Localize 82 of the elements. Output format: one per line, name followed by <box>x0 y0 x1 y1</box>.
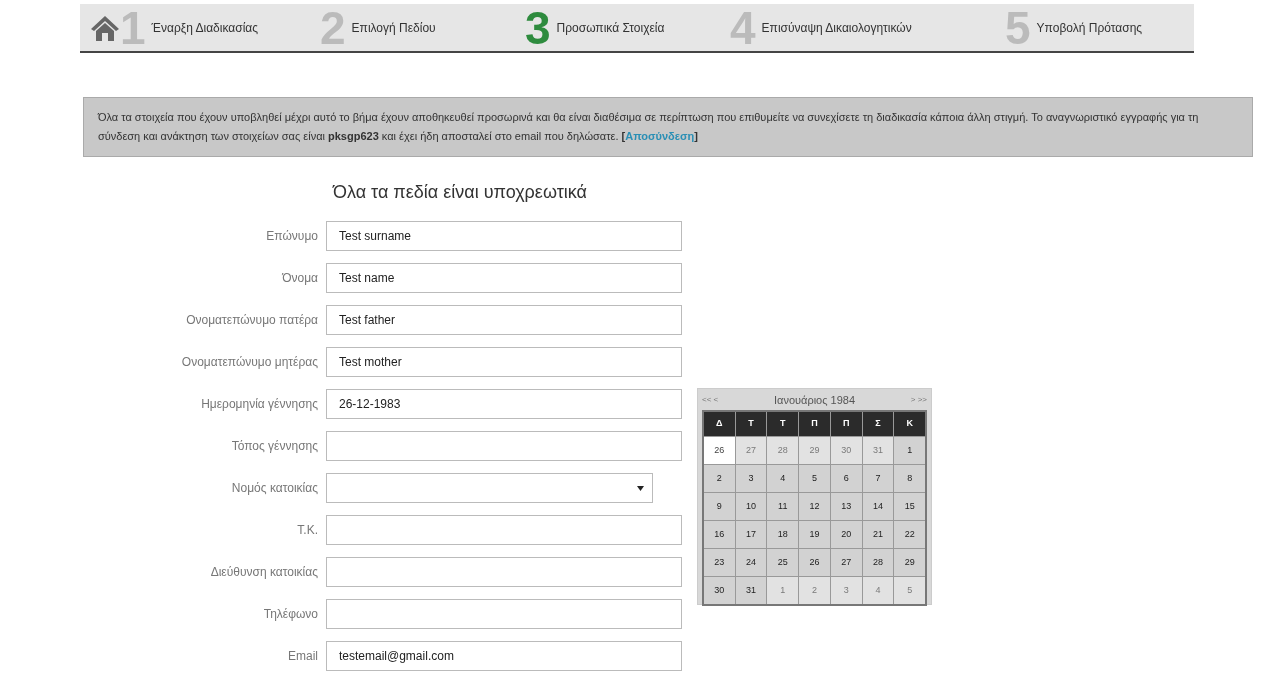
step-link[interactable]: Προσωπικά Στοιχεία <box>556 18 665 37</box>
day-cell[interactable]: 1 <box>767 577 799 604</box>
field-label: Διεύθυνση κατοικίας <box>209 564 319 581</box>
day-cell[interactable]: 2 <box>799 577 830 604</box>
weekday-header: Τ <box>735 412 767 436</box>
field-label: Ονοματεπώνυμο μητέρας <box>180 354 319 371</box>
day-cell[interactable]: 28 <box>862 549 894 576</box>
day-cell[interactable]: 30 <box>830 437 862 464</box>
day-cell[interactable]: 14 <box>862 493 894 520</box>
weekday-header: Δ <box>704 412 735 436</box>
day-cell[interactable]: 5 <box>799 465 830 492</box>
input-field[interactable]: Test name <box>326 263 682 293</box>
day-cell[interactable]: 27 <box>735 437 767 464</box>
input-field[interactable] <box>326 557 682 587</box>
day-cell[interactable]: 3 <box>735 465 767 492</box>
field-label: Επώνυμο <box>265 228 319 245</box>
input-field[interactable]: 26-12-1983 <box>326 389 682 419</box>
day-cell[interactable]: 19 <box>799 521 830 548</box>
input-field[interactable] <box>326 431 682 461</box>
step-link[interactable]: Υποβολή Πρότασης <box>1036 18 1143 37</box>
day-cell[interactable]: 27 <box>830 549 862 576</box>
day-cell[interactable]: 10 <box>735 493 767 520</box>
day-cell[interactable]: 29 <box>799 437 830 464</box>
day-cell[interactable]: 24 <box>735 549 767 576</box>
field-label: Ημερομηνία γέννησης <box>200 396 319 413</box>
day-cell[interactable]: 2 <box>704 465 735 492</box>
input-field[interactable] <box>326 515 682 545</box>
field-label: Τ.Κ. <box>296 522 319 539</box>
day-cell[interactable]: 20 <box>830 521 862 548</box>
step-number: 3 <box>525 4 551 51</box>
day-cell[interactable]: 26 <box>799 549 830 576</box>
day-cell[interactable]: 16 <box>704 521 735 548</box>
step-link[interactable]: Επισύναψη Δικαιολογητικών <box>761 18 912 37</box>
day-cell[interactable]: 28 <box>767 437 799 464</box>
day-cell[interactable]: 13 <box>830 493 862 520</box>
field-label: Όνομα <box>281 270 319 287</box>
day-cell[interactable]: 31 <box>735 577 767 604</box>
field-label: Email <box>287 648 319 665</box>
day-cell[interactable]: 25 <box>767 549 799 576</box>
day-cell[interactable]: 4 <box>862 577 894 604</box>
day-cell[interactable]: 26 <box>704 437 735 464</box>
day-cell[interactable]: 22 <box>894 521 925 548</box>
input-field[interactable] <box>326 599 682 629</box>
dropdown[interactable] <box>326 473 653 503</box>
caret-icon <box>637 485 644 491</box>
home-icon[interactable] <box>90 14 120 41</box>
weekday-header: Κ <box>894 412 925 436</box>
day-cell[interactable]: 12 <box>799 493 830 520</box>
day-cell[interactable]: 21 <box>862 521 894 548</box>
step-link[interactable]: Επιλογή Πεδίου <box>351 18 436 37</box>
field-label: Ονοματεπώνυμο πατέρα <box>185 312 319 329</box>
day-cell[interactable]: 31 <box>862 437 894 464</box>
day-cell[interactable]: 23 <box>704 549 735 576</box>
weekday-header: Σ <box>862 412 894 436</box>
day-cell[interactable]: 11 <box>767 493 799 520</box>
weekday-header: Π <box>799 412 830 436</box>
day-cell[interactable]: 5 <box>894 577 925 604</box>
day-cell[interactable]: 17 <box>735 521 767 548</box>
step-link[interactable]: Έναρξη Διαδικασίας <box>151 18 259 37</box>
day-cell[interactable]: 15 <box>894 493 925 520</box>
weekday-header: Π <box>830 412 862 436</box>
day-cell[interactable]: 6 <box>830 465 862 492</box>
day-cell[interactable]: 9 <box>704 493 735 520</box>
input-field[interactable]: Test father <box>326 305 682 335</box>
notice-text: Όλα τα στοιχεία που έχουν υποβληθεί μέχρι αυτό το βήμα έχουν αποθηκευθεί προσωρινά και θα είναι διαθέσιμα σε περίπτωση που επιθυμείτε να συνεχίσετε τη διαδικασία κάποια άλλη στιγμή. Το αναγνωριστικό εγγραφής για τη σύνδεση και ανάκτηση των στοιχείων σας είναι pksgp623 και έχει ήδη αποσταλεί στο email που δηλώσατε. [Αποσύνδεση] <box>98 110 1200 144</box>
day-cell[interactable]: 8 <box>894 465 925 492</box>
input-field[interactable]: Test surname <box>326 221 682 251</box>
day-cell[interactable]: 3 <box>830 577 862 604</box>
month-title: Ιανουάριος 1984 <box>773 392 856 408</box>
form-heading: Όλα τα πεδία είναι υποχρεωτικά <box>333 181 588 204</box>
day-cell[interactable]: 18 <box>767 521 799 548</box>
field-label: Νομός κατοικίας <box>230 480 319 497</box>
field-label: Τόπος γέννησης <box>230 438 319 455</box>
input-field[interactable]: testemail@gmail.com <box>326 641 682 671</box>
weekday-header: Τ <box>767 412 799 436</box>
field-label: Τηλέφωνο <box>262 606 319 623</box>
day-cell[interactable]: 30 <box>704 577 735 604</box>
input-field[interactable]: Test mother <box>326 347 682 377</box>
day-cell[interactable]: 4 <box>767 465 799 492</box>
day-cell[interactable]: 29 <box>894 549 925 576</box>
day-cell[interactable]: 1 <box>894 437 925 464</box>
day-cell[interactable]: 7 <box>862 465 894 492</box>
